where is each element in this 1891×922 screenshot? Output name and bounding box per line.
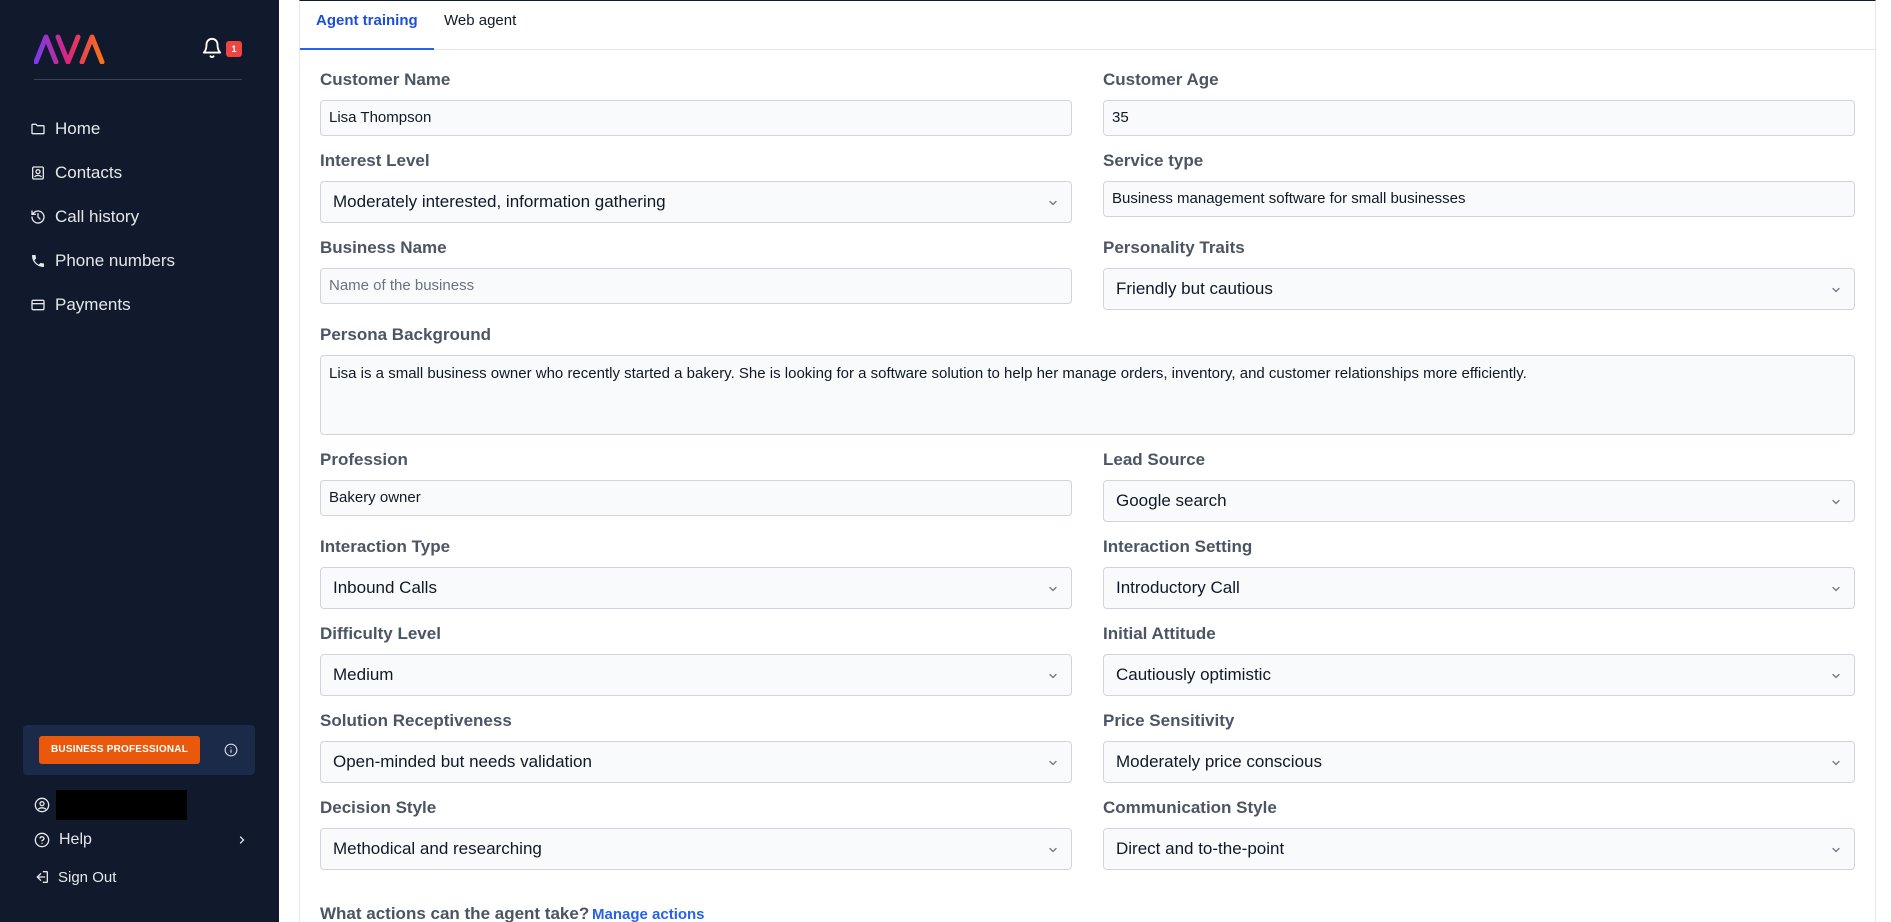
difficulty-level-label: Difficulty Level [320,624,441,643]
price-sensitivity-value: Moderately price conscious [1116,752,1322,771]
nav-label: Payments [55,295,131,314]
profession-label: Profession [320,450,408,469]
price-sensitivity-label: Price Sensitivity [1103,711,1235,730]
help-button[interactable]: Help [34,828,248,852]
sign-out-icon [36,871,48,883]
nav-label: Call history [55,207,140,226]
decision-style-value: Methodical and researching [333,839,542,858]
business-name-label: Business Name [320,238,447,257]
phone-icon [32,255,44,267]
interaction-setting-value: Introductory Call [1116,578,1240,597]
contact-card-icon [32,166,44,180]
lead-source-value: Google search [1116,491,1227,510]
customer-age-label: Customer Age [1103,70,1219,89]
initial-attitude-label: Initial Attitude [1103,624,1216,643]
sidebar: 1 Home Contacts Call history Phone numbe… [0,0,279,922]
nav-item-call-history[interactable]: Call history [0,195,279,239]
interaction-type-value: Inbound Calls [333,578,437,597]
solution-receptiveness-label: Solution Receptiveness [320,711,512,730]
notification-count-badge: 1 [226,41,242,57]
chevron-right-icon [239,836,245,844]
chevron-down-icon [1832,847,1840,853]
chevron-down-icon [1049,586,1057,592]
chevron-down-icon [1049,200,1057,206]
nav-label: Home [55,119,101,138]
help-label: Help [59,831,92,848]
communication-style-label: Communication Style [1103,798,1277,817]
chevron-down-icon [1049,673,1057,679]
persona-background-textarea[interactable]: Lisa is a small business owner who recen… [320,355,1855,435]
sign-out-label: Sign Out [58,868,117,886]
interaction-type-select[interactable]: Inbound Calls [320,567,1072,609]
profession-input[interactable]: Bakery owner [320,480,1072,516]
chevron-down-icon [1832,499,1840,505]
service-type-input[interactable]: Business management software for small b… [1103,181,1855,217]
ava-logo[interactable] [34,34,106,64]
notification-bell-icon[interactable] [201,37,223,59]
folder-icon [31,123,45,135]
nav-label: Contacts [55,163,123,182]
initial-attitude-value: Cautiously optimistic [1116,665,1271,684]
decision-style-label: Decision Style [320,798,437,817]
divider [34,79,242,80]
solution-receptiveness-value: Open-minded but needs validation [333,752,592,771]
nav-item-payments[interactable]: Payments [0,283,279,327]
lead-source-select[interactable]: Google search [1103,480,1855,522]
customer-age-input[interactable]: 35 [1103,100,1855,136]
communication-style-select[interactable]: Direct and to-the-point [1103,828,1855,870]
interaction-setting-label: Interaction Setting [1103,537,1253,556]
tab-bar: Agent training Web agent [300,1,1875,50]
solution-receptiveness-select[interactable]: Open-minded but needs validation [320,741,1072,783]
nav-label: Phone numbers [55,251,176,270]
user-name-redacted [56,790,187,820]
lead-source-label: Lead Source [1103,450,1206,469]
agent-actions-heading: What actions can the agent take? [320,904,590,922]
initial-attitude-select[interactable]: Cautiously optimistic [1103,654,1855,696]
chevron-down-icon [1832,287,1840,293]
personality-traits-value: Friendly but cautious [1116,279,1273,298]
customer-name-label: Customer Name [320,70,451,89]
chevron-down-icon [1049,847,1057,853]
difficulty-level-value: Medium [333,665,394,684]
tab-web-agent[interactable]: Web agent [428,1,532,50]
difficulty-level-select[interactable]: Medium [320,654,1072,696]
sidebar-nav: Home Contacts Call history Phone numbers… [0,107,279,327]
chevron-down-icon [1832,760,1840,766]
interaction-type-label: Interaction Type [320,537,451,556]
nav-item-contacts[interactable]: Contacts [0,151,279,195]
info-icon[interactable] [224,743,238,757]
plan-panel: BUSINESS PROFESSIONAL [23,725,255,775]
main-content: Agent training Web agent [279,0,1891,922]
sign-out-button[interactable]: Sign Out [34,866,116,888]
customer-name-input[interactable]: Lisa Thompson [320,100,1072,136]
business-name-input[interactable]: Name of the business [320,268,1072,304]
interaction-setting-select[interactable]: Introductory Call [1103,567,1855,609]
interest-level-label: Interest Level [320,151,430,170]
price-sensitivity-select[interactable]: Moderately price conscious [1103,741,1855,783]
service-type-label: Service type [1103,151,1204,170]
chevron-down-icon [1832,586,1840,592]
interest-level-select[interactable]: Moderately interested, information gathe… [320,181,1072,223]
user-circle-icon [34,797,50,813]
personality-traits-label: Personality Traits [1103,238,1245,257]
chevron-down-icon [1832,673,1840,679]
agent-training-panel: Agent training Web agent [299,0,1876,922]
persona-background-label: Persona Background [320,325,491,344]
nav-item-phone-numbers[interactable]: Phone numbers [0,239,279,283]
communication-style-value: Direct and to-the-point [1116,839,1285,858]
help-circle-icon [34,832,50,848]
decision-style-select[interactable]: Methodical and researching [320,828,1072,870]
history-icon [31,210,45,224]
plan-badge[interactable]: BUSINESS PROFESSIONAL [39,736,200,764]
manage-actions-link[interactable]: Manage actions [592,906,705,922]
tab-agent-training[interactable]: Agent training [300,1,434,50]
user-profile[interactable] [34,790,187,820]
chevron-down-icon [1049,760,1057,766]
credit-card-icon [31,299,45,311]
nav-item-home[interactable]: Home [0,107,279,151]
interest-level-value: Moderately interested, information gathe… [333,192,666,211]
personality-traits-select[interactable]: Friendly but cautious [1103,268,1855,310]
